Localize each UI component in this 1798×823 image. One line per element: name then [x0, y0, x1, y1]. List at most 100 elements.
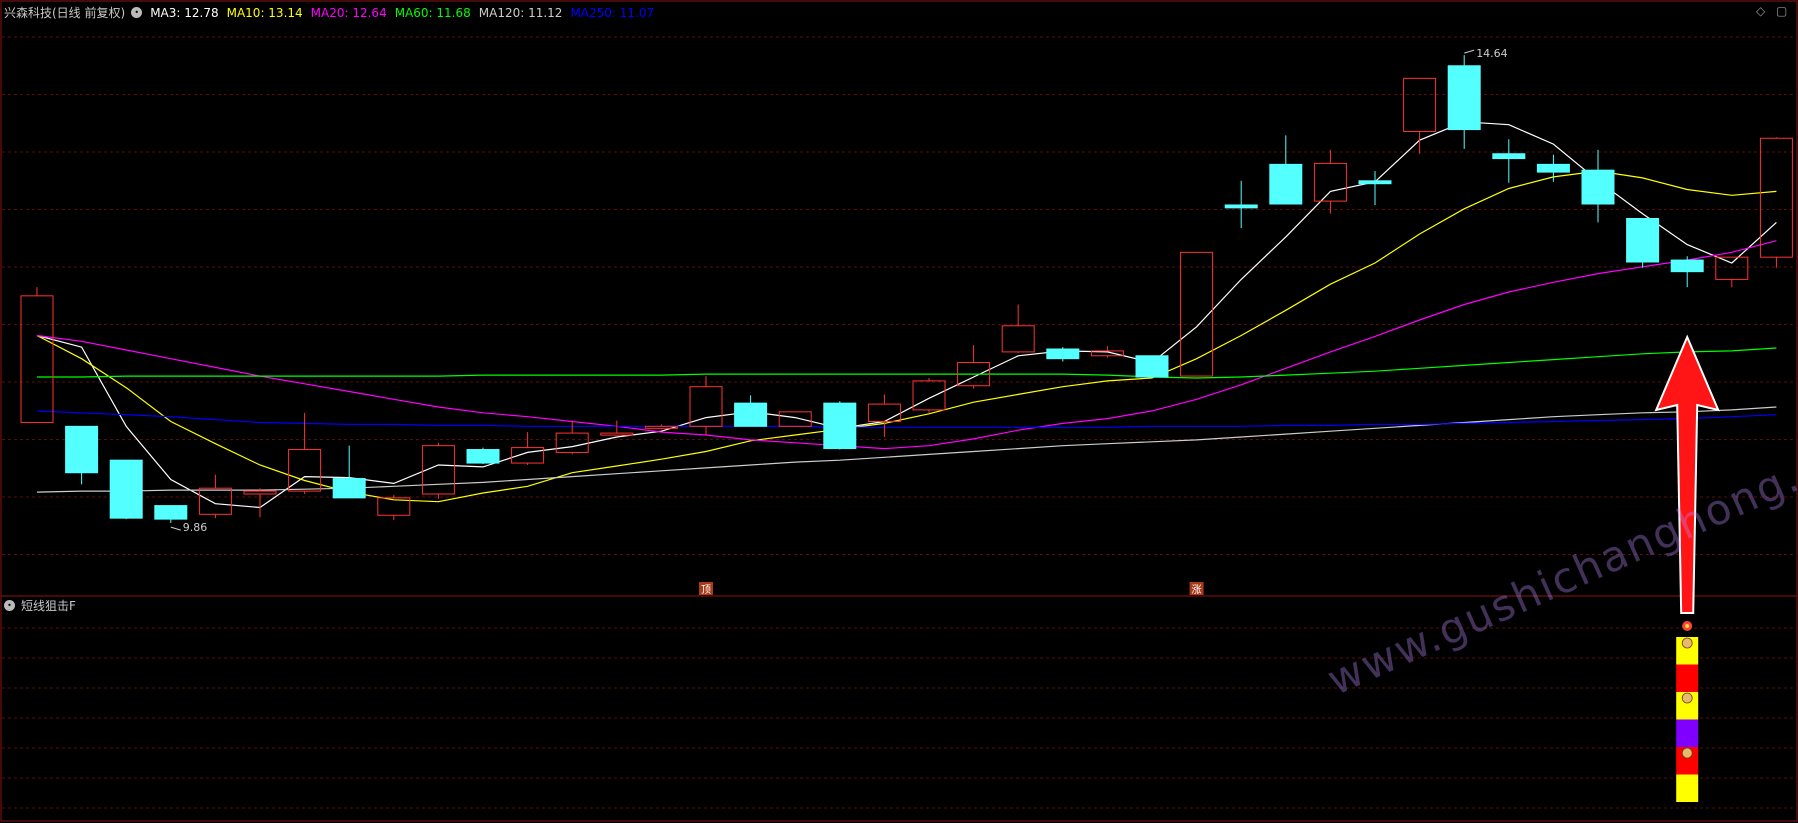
candle-down	[1224, 180, 1258, 229]
candle-body	[1403, 77, 1437, 133]
candle-down	[1046, 347, 1080, 362]
candle-down	[734, 395, 768, 427]
candle-up	[243, 488, 277, 518]
candle-body	[1536, 163, 1570, 173]
money-bag-icon	[1681, 692, 1693, 704]
ma-line-ma60	[37, 347, 1777, 379]
ma-line-ma20	[36, 240, 1777, 450]
candle-down	[65, 425, 99, 485]
ma-legend-item: MA60: 11.68	[394, 5, 471, 20]
main-panel-frame	[0, 0, 1798, 597]
ma-legend-item: MA120: 11.12	[478, 5, 563, 20]
candle-down	[1536, 154, 1570, 182]
candle-up	[377, 494, 411, 521]
money-bag-icon	[1681, 637, 1693, 649]
candle-up	[689, 376, 723, 436]
candle-body	[1447, 65, 1481, 131]
candle-down	[466, 447, 500, 465]
candle-down	[1581, 149, 1615, 223]
candle-body	[912, 380, 946, 411]
candle-up	[1715, 256, 1749, 288]
signal-marker-label: 涨	[1192, 584, 1202, 596]
low-price-label: 9.86	[183, 521, 208, 534]
candle-down	[1626, 218, 1660, 268]
candle-body	[466, 449, 500, 464]
candle-down	[1447, 55, 1481, 149]
candle-body	[1581, 169, 1615, 205]
candle-body	[65, 425, 99, 474]
ma-legend-item: MA20: 12.64	[310, 5, 387, 20]
sub-indicator-title: 短线狙击F	[21, 599, 76, 613]
candle-up	[1313, 149, 1347, 214]
money-bag-shape	[1681, 692, 1693, 704]
candle-body	[1626, 218, 1660, 263]
candle-body	[1670, 259, 1704, 273]
diamond-icon[interactable]: ◇	[1756, 4, 1765, 18]
candle-up	[1403, 77, 1437, 154]
money-bag-shape	[1681, 747, 1693, 759]
ma-legend-item: MA250: 11.07	[570, 5, 655, 20]
price-label-pointer	[1464, 49, 1475, 54]
candle-down	[332, 445, 366, 499]
candle-down	[1269, 135, 1303, 205]
ma-legend: MA3: 12.78 MA10: 13.14 MA20: 12.64 MA60: 11…	[148, 6, 660, 20]
candle-body	[1001, 325, 1035, 353]
candle-up	[20, 287, 54, 423]
candle-up	[912, 378, 946, 413]
candle-body	[1715, 256, 1749, 280]
indicator-block	[1676, 774, 1699, 802]
candle-body	[1759, 137, 1793, 258]
candle-body	[332, 478, 366, 499]
money-bag-icon	[1681, 747, 1693, 759]
candle-body	[1135, 355, 1169, 378]
candle-body	[734, 402, 768, 427]
indicator-block	[1676, 664, 1699, 692]
candle-body	[555, 432, 589, 453]
candle-body	[1313, 162, 1347, 202]
indicator-block	[1676, 719, 1699, 747]
candle-down	[1670, 256, 1704, 288]
candle-down	[1358, 171, 1392, 205]
candle-up	[511, 432, 545, 465]
candle-body	[109, 459, 143, 519]
candle-body	[600, 432, 634, 436]
candle-body	[1269, 163, 1303, 205]
settings-dot-icon[interactable]: •	[4, 600, 15, 611]
money-bag-shape	[1681, 637, 1693, 649]
candle-down	[109, 459, 143, 520]
candle-up	[555, 420, 589, 455]
candle-body	[1046, 348, 1080, 360]
sub-header: • 短线狙击F	[4, 597, 76, 614]
candle-body	[198, 487, 232, 515]
candle-body	[154, 505, 188, 520]
candle-up	[644, 424, 678, 430]
ma-legend-item: MA3: 12.78	[150, 5, 219, 20]
price-label-pointer	[170, 526, 181, 531]
ma-line-ma10	[36, 170, 1777, 503]
candle-body	[823, 402, 857, 450]
candle-body	[1358, 180, 1392, 185]
candle-down	[1492, 139, 1526, 183]
candle-up	[421, 442, 455, 499]
flower-icon	[1682, 621, 1693, 631]
candle-body	[778, 411, 812, 427]
candle-body	[243, 490, 277, 495]
candle-body	[20, 295, 54, 423]
candle-body	[867, 403, 901, 423]
candle-body	[1492, 153, 1526, 160]
stock-chart[interactable]: 14.64 9.86 顶 涨	[0, 0, 1798, 823]
candle-body	[1224, 204, 1258, 209]
ma-legend-item: MA10: 13.14	[226, 5, 303, 20]
window-icon[interactable]: ▢	[1776, 4, 1787, 18]
up-arrow-annotation	[1654, 334, 1720, 614]
signal-marker-label: 顶	[701, 584, 711, 596]
settings-dot-icon[interactable]: •	[131, 7, 143, 18]
candle-down	[823, 401, 857, 450]
candle-up	[198, 474, 232, 519]
candle-body	[511, 447, 545, 464]
flower-center	[1685, 624, 1690, 628]
candle-up	[1001, 304, 1035, 353]
candle-up	[288, 412, 322, 494]
candle-up	[1759, 137, 1793, 268]
sub-panel-frame	[0, 595, 1798, 822]
